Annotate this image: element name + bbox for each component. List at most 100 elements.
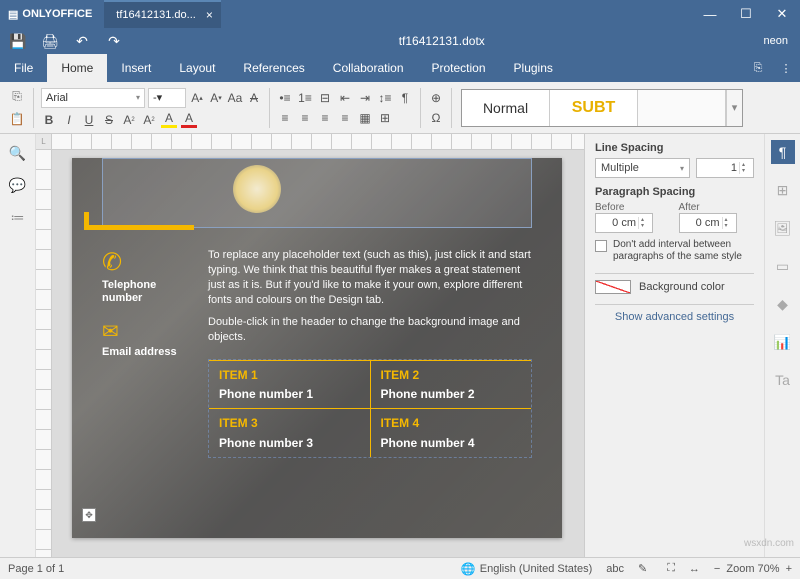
subscript-button[interactable]: A2 [141,112,157,128]
ruler-vertical[interactable] [36,150,52,557]
numbering-icon[interactable]: 1≡ [297,90,313,106]
document-tab[interactable]: tf16412131.do... × [104,0,221,28]
chart-settings-icon[interactable]: 📊 [771,330,795,354]
save-icon[interactable]: 💾 [10,33,26,50]
no-interval-check[interactable]: Don't add interval between paragraphs of… [595,239,754,263]
undo-icon[interactable]: ↶ [74,33,90,50]
align-justify-icon[interactable]: ≡ [337,110,353,126]
style-subtitle[interactable]: SUBT [550,90,638,126]
spin-down-icon[interactable]: ▾ [742,168,749,174]
placeholder-text-2[interactable]: Double-click in the header to change the… [208,315,532,345]
item-cell[interactable]: ITEM 3 Phone number 3 [209,408,370,456]
headings-icon[interactable]: ≔ [9,208,27,226]
close-button[interactable]: ✕ [764,0,800,28]
italic-button[interactable]: I [61,112,77,128]
highlight-button[interactable]: A [161,112,177,128]
clear-format-icon[interactable]: A [246,90,262,106]
borders-icon[interactable]: ⊞ [377,110,393,126]
zoom-in-button[interactable]: + [786,563,792,575]
strike-button[interactable]: S [101,112,117,128]
fit-width-icon[interactable]: ↔ [689,563,700,575]
insert-object-icon[interactable]: ⊕ [428,90,444,106]
line-spacing-value[interactable]: 1 ▴▾ [696,158,754,178]
placeholder-text-1[interactable]: To replace any placeholder text (such as… [208,248,532,307]
align-center-icon[interactable]: ≡ [297,110,313,126]
insert-symbol-icon[interactable]: Ω [428,110,444,126]
multilevel-icon[interactable]: ⊟ [317,90,333,106]
view-settings-icon[interactable]: ⋮ [772,54,800,82]
comments-icon[interactable]: 💬 [9,176,27,194]
style-expand-icon[interactable]: ▾ [726,90,742,126]
font-color-button[interactable]: A [181,112,197,128]
copy-icon[interactable]: ⎘ [8,88,26,106]
tab-insert[interactable]: Insert [107,54,165,82]
tab-close-icon[interactable]: × [206,8,213,22]
bg-color-label: Background color [639,281,725,293]
bg-color-swatch[interactable] [595,280,631,294]
tab-references[interactable]: References [229,54,318,82]
tab-plugins[interactable]: Plugins [500,54,567,82]
align-left-icon[interactable]: ≡ [277,110,293,126]
email-label[interactable]: Email address [102,346,190,359]
page[interactable]: ✆ Telephone number ✉ Email address To re… [72,158,562,538]
search-icon[interactable]: 🔍 [9,144,27,162]
spin-down-icon[interactable]: ▾ [725,223,732,229]
tab-file[interactable]: File [0,54,47,82]
item-cell[interactable]: ITEM 2 Phone number 2 [370,360,532,408]
user-name[interactable]: neon [752,35,800,47]
telephone-label[interactable]: Telephone number [102,279,190,305]
move-handle-icon[interactable]: ✥ [82,508,96,522]
zoom-label[interactable]: Zoom 70% [726,563,779,575]
header-settings-icon[interactable]: ▭ [771,254,795,278]
table-settings-icon[interactable]: ⊞ [771,178,795,202]
style-normal[interactable]: Normal [462,90,550,126]
paragraph-settings-icon[interactable]: ¶ [771,140,795,164]
checkbox-icon[interactable] [595,240,607,252]
before-value[interactable]: 0 cm ▴▾ [595,213,653,233]
spin-down-icon[interactable]: ▾ [641,223,648,229]
superscript-button[interactable]: A2 [121,112,137,128]
indent-inc-icon[interactable]: ⇥ [357,90,373,106]
linespacing-icon[interactable]: ↕≡ [377,90,393,106]
page-canvas[interactable]: ✆ Telephone number ✉ Email address To re… [52,150,584,557]
advanced-settings-link[interactable]: Show advanced settings [595,311,754,323]
nonprinting-icon[interactable]: ¶ [397,90,413,106]
tab-collaboration[interactable]: Collaboration [319,54,418,82]
increase-font-icon[interactable]: A▴ [189,90,205,106]
paste-icon[interactable]: 📋 [8,110,26,128]
tab-home[interactable]: Home [47,54,107,82]
line-spacing-select[interactable]: Multiple ▾ [595,158,690,178]
textart-settings-icon[interactable]: Ta [771,368,795,392]
bold-button[interactable]: B [41,112,57,128]
underline-button[interactable]: U [81,112,97,128]
image-settings-icon[interactable]: 🖼 [771,216,795,240]
ruler-horizontal[interactable]: L [36,134,584,150]
bullets-icon[interactable]: •≡ [277,90,293,106]
open-location-icon[interactable]: ⎘ [744,54,772,82]
align-right-icon[interactable]: ≡ [317,110,333,126]
after-value[interactable]: 0 cm ▴▾ [679,213,737,233]
tab-protection[interactable]: Protection [418,54,500,82]
page-status[interactable]: Page 1 of 1 [8,563,64,575]
fit-page-icon[interactable]: ⛶ [667,562,675,575]
shading-icon[interactable]: ▦ [357,110,373,126]
print-icon[interactable]: 🖨 [42,33,58,50]
redo-icon[interactable]: ↷ [106,33,122,50]
maximize-button[interactable]: ☐ [728,0,764,28]
spellcheck-icon[interactable]: abc [606,563,624,575]
style-extra[interactable] [638,90,726,126]
item-cell[interactable]: ITEM 4 Phone number 4 [370,408,532,456]
language-status[interactable]: 🌐 English (United States) [461,562,592,576]
decrease-font-icon[interactable]: A▾ [208,90,224,106]
track-changes-icon[interactable]: ✎ [638,562,647,575]
change-case-icon[interactable]: Aa [227,90,243,106]
shape-settings-icon[interactable]: ◆ [771,292,795,316]
item-cell[interactable]: ITEM 1 Phone number 1 [209,360,370,408]
font-size-select[interactable]: - ▾ [148,88,186,108]
items-table[interactable]: ITEM 1 Phone number 1 ITEM 2 Phone numbe… [208,359,532,458]
font-family-select[interactable]: Arial ▾ [41,88,145,108]
zoom-out-button[interactable]: − [714,563,720,575]
tab-layout[interactable]: Layout [165,54,229,82]
indent-dec-icon[interactable]: ⇤ [337,90,353,106]
minimize-button[interactable]: — [692,0,728,28]
